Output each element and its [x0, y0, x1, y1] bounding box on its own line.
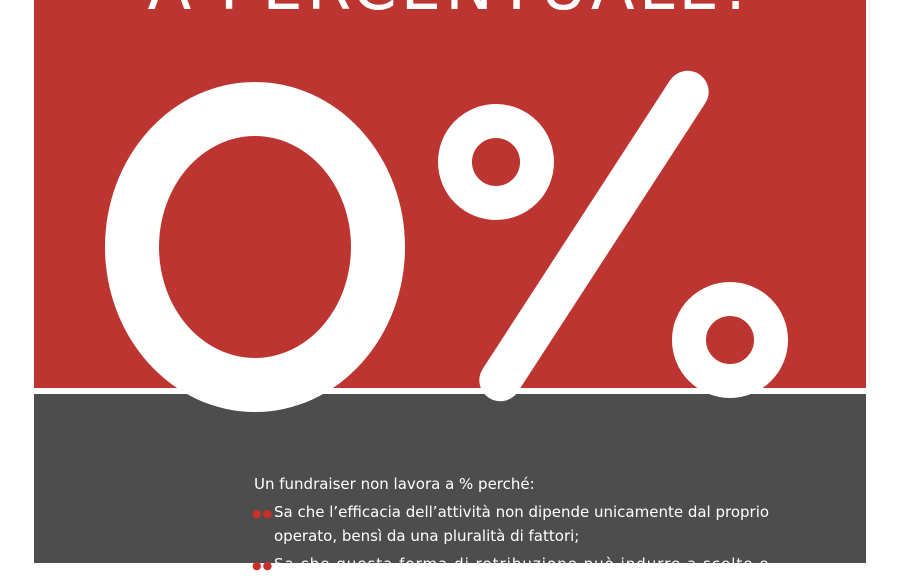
bullet-dots-icon: ●●: [252, 559, 274, 572]
poster: A PERCENTUALE! Un fundraiser non lavora …: [0, 0, 900, 573]
body-text: Un fundraiser non lavora a % perché: ●● …: [252, 472, 814, 576]
percent-sign-top-circle: [438, 104, 554, 220]
list-item-text: Sa che questa forma di retribuzione può …: [274, 555, 770, 573]
bullet-dots-icon: ●●: [252, 507, 274, 520]
intro-text: Un fundraiser non lavora a % perché:: [254, 475, 535, 493]
zero-digit: [105, 82, 405, 412]
percent-sign-bottom-circle: [672, 282, 788, 398]
list-item: ●● Sa che l’efficacia dell’attività non …: [252, 500, 814, 548]
list-item-text: Sa che l’efficacia dell’attività non dip…: [274, 503, 770, 545]
list-item: ●● Sa che questa forma di retribuzione p…: [252, 552, 814, 576]
headline: A PERCENTUALE!: [0, 0, 900, 20]
